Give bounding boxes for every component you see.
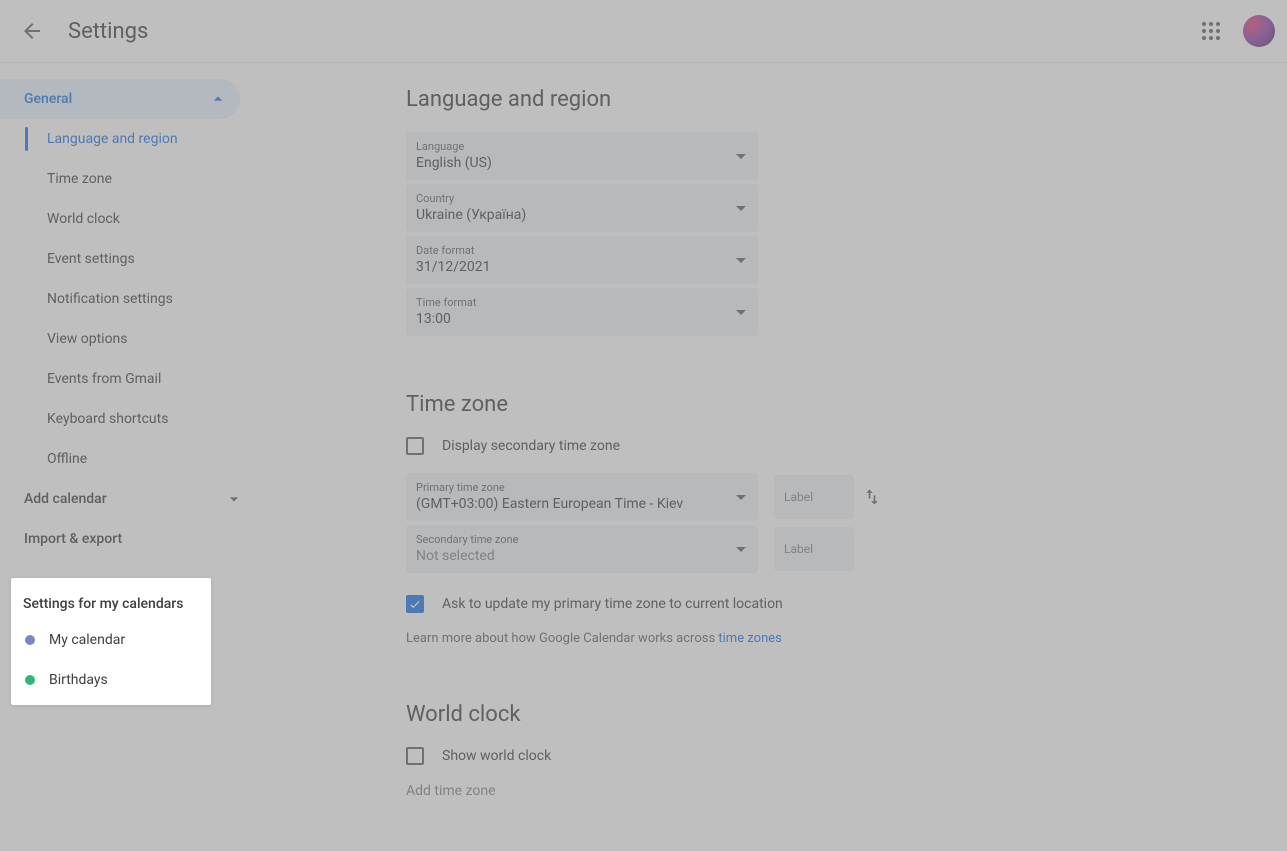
apps-button[interactable] [1191, 11, 1231, 51]
sidebar-group-label: Import & export [24, 531, 244, 547]
checkbox-ask-update-timezone[interactable]: Ask to update my primary time zone to cu… [406, 595, 966, 613]
select-label: Date format [416, 244, 736, 258]
header-right [1191, 11, 1275, 51]
primary-timezone-label-input[interactable]: Label [774, 475, 854, 519]
select-secondary-timezone[interactable]: Secondary time zone Not selected [406, 525, 758, 573]
sidebar-group-label: Add calendar [24, 491, 224, 507]
section-heading: Time zone [406, 392, 966, 417]
select-time-format[interactable]: Time format 13:00 [406, 288, 758, 336]
header: Settings [0, 0, 1287, 63]
section-world-clock: World clock Show world clock Add time zo… [406, 702, 966, 799]
sidebar-item-offline[interactable]: Offline [27, 439, 256, 479]
avatar[interactable] [1243, 15, 1275, 47]
section-time-zone: Time zone Display secondary time zone Pr… [406, 392, 966, 646]
page-title: Settings [68, 19, 1191, 44]
back-button[interactable] [12, 11, 52, 51]
select-value: (GMT+03:00) Eastern European Time - Kiev [416, 495, 736, 513]
add-time-zone-button[interactable]: Add time zone [406, 783, 966, 799]
calendar-item-my-calendar[interactable]: My calendar [11, 620, 211, 660]
sidebar-item-notification-settings[interactable]: Notification settings [27, 279, 256, 319]
dropdown-arrow-icon [736, 310, 746, 315]
section-heading: Language and region [406, 87, 966, 112]
chevron-up-icon [208, 89, 228, 109]
swap-timezones-button[interactable] [862, 487, 886, 511]
checkbox-icon [406, 595, 424, 613]
sidebar-item-language-region[interactable]: Language and region [27, 119, 256, 159]
settings-for-my-calendars-panel: Settings for my calendars My calendar Bi… [11, 578, 211, 705]
select-primary-timezone[interactable]: Primary time zone (GMT+03:00) Eastern Eu… [406, 473, 758, 521]
dropdown-arrow-icon [736, 547, 746, 552]
sidebar-item-event-settings[interactable]: Event settings [27, 239, 256, 279]
select-value: 31/12/2021 [416, 258, 736, 276]
select-label: Secondary time zone [416, 533, 736, 547]
section-language-region: Language and region Language English (US… [406, 87, 966, 336]
apps-grid-icon [1202, 22, 1220, 40]
learn-more-text: Learn more about how Google Calendar wor… [406, 631, 966, 646]
calendar-label: Birthdays [49, 672, 108, 688]
select-label: Time format [416, 296, 736, 310]
dropdown-arrow-icon [736, 154, 746, 159]
sidebar-group-label: General [24, 91, 208, 107]
calendar-label: My calendar [49, 632, 125, 648]
sidebar-group-general[interactable]: General [0, 79, 240, 119]
checkbox-label: Display secondary time zone [442, 438, 620, 454]
dropdown-arrow-icon [736, 495, 746, 500]
sidebar-item-keyboard-shortcuts[interactable]: Keyboard shortcuts [27, 399, 256, 439]
sidebar-item-time-zone[interactable]: Time zone [27, 159, 256, 199]
calendar-item-birthdays[interactable]: Birthdays [11, 660, 211, 700]
panel-heading: Settings for my calendars [11, 586, 211, 620]
arrow-left-icon [20, 19, 44, 43]
sidebar-item-world-clock[interactable]: World clock [27, 199, 256, 239]
select-value: Not selected [416, 547, 736, 565]
checkbox-icon [406, 437, 424, 455]
swap-vertical-icon [862, 487, 882, 507]
checkbox-show-world-clock[interactable]: Show world clock [406, 747, 966, 765]
checkbox-label: Show world clock [442, 748, 551, 764]
secondary-timezone-label-input[interactable]: Label [774, 527, 854, 571]
select-language[interactable]: Language English (US) [406, 132, 758, 180]
calendar-color-dot [25, 675, 35, 685]
sidebar-group-add-calendar[interactable]: Add calendar [0, 479, 256, 519]
select-value: 13:00 [416, 310, 736, 328]
dropdown-arrow-icon [736, 258, 746, 263]
select-label: Country [416, 192, 736, 206]
checkbox-icon [406, 747, 424, 765]
select-country[interactable]: Country Ukraine (Україна) [406, 184, 758, 232]
select-date-format[interactable]: Date format 31/12/2021 [406, 236, 758, 284]
sidebar-item-events-from-gmail[interactable]: Events from Gmail [27, 359, 256, 399]
sidebar-item-view-options[interactable]: View options [27, 319, 256, 359]
section-heading: World clock [406, 702, 966, 727]
select-value: English (US) [416, 154, 736, 172]
checkbox-label: Ask to update my primary time zone to cu… [442, 596, 783, 612]
sidebar: General Language and region Time zone Wo… [0, 63, 256, 851]
checkbox-display-secondary[interactable]: Display secondary time zone [406, 437, 966, 455]
time-zones-link[interactable]: time zones [718, 631, 781, 646]
calendar-color-dot [25, 635, 35, 645]
main-content: Language and region Language English (US… [256, 63, 1287, 851]
dropdown-arrow-icon [736, 206, 746, 211]
chevron-down-icon [224, 489, 244, 509]
select-value: Ukraine (Україна) [416, 206, 736, 224]
select-label: Primary time zone [416, 481, 736, 495]
select-label: Language [416, 140, 736, 154]
sidebar-item-import-export[interactable]: Import & export [0, 519, 256, 559]
